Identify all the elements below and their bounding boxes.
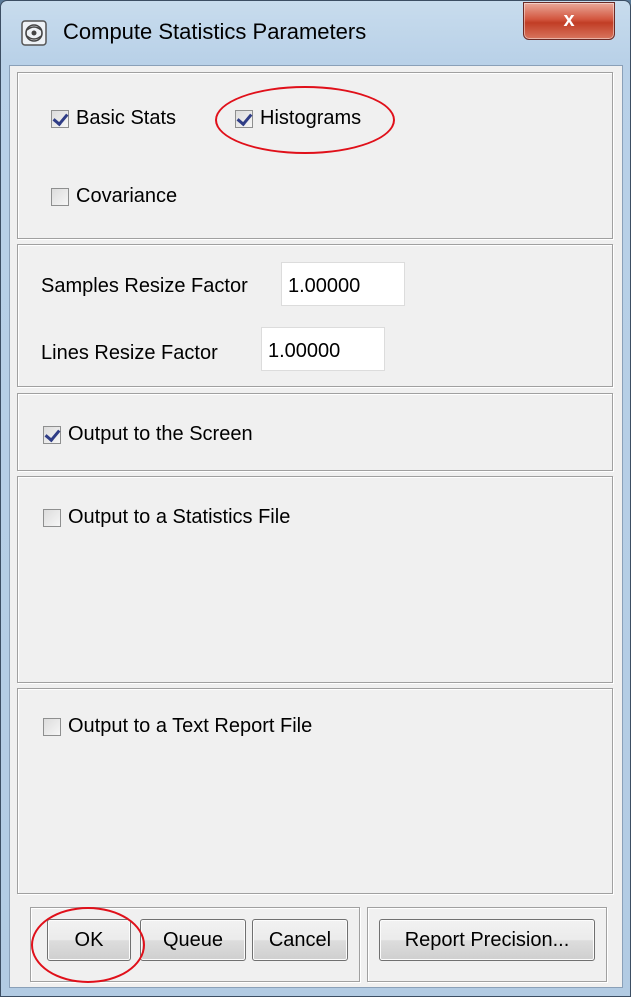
output-screen-check-icon[interactable] (43, 425, 61, 444)
histograms-label: Histograms (260, 107, 362, 129)
covariance-checkbox[interactable]: Covariance (51, 185, 177, 208)
window-title: Compute Statistics Parameters (63, 19, 367, 44)
dialog-window: Compute Statistics Parameters x Basic St… (0, 0, 631, 997)
basic-stats-checkbox[interactable]: Basic Stats (51, 107, 176, 130)
lines-resize-input[interactable] (261, 327, 385, 371)
close-icon: x (563, 9, 575, 31)
output-screen-checkbox[interactable]: Output to the Screen (43, 423, 253, 446)
output-text-report-label: Output to a Text Report File (68, 715, 313, 737)
output-stats-file-label: Output to a Statistics File (68, 506, 291, 528)
report-precision-button[interactable]: Report Precision... (379, 919, 595, 961)
histograms-checkbox[interactable]: Histograms (235, 107, 361, 130)
output-stats-file-check-icon[interactable] (43, 508, 61, 527)
histograms-check-icon[interactable] (235, 109, 253, 128)
lines-resize-label: Lines Resize Factor (41, 342, 218, 364)
cancel-button[interactable]: Cancel (252, 919, 348, 961)
title-bar[interactable]: Compute Statistics Parameters x (1, 1, 630, 65)
close-button[interactable]: x (523, 2, 615, 40)
ok-button[interactable]: OK (47, 919, 131, 961)
queue-button[interactable]: Queue (140, 919, 246, 961)
output-text-report-check-icon[interactable] (43, 717, 61, 736)
covariance-check-icon[interactable] (51, 187, 69, 206)
covariance-label: Covariance (76, 185, 178, 207)
basic-stats-label: Basic Stats (76, 107, 177, 129)
output-text-report-checkbox[interactable]: Output to a Text Report File (43, 715, 312, 738)
output-screen-label: Output to the Screen (68, 423, 253, 445)
samples-resize-input[interactable] (281, 262, 405, 306)
stats-options-panel (17, 72, 613, 239)
basic-stats-check-icon[interactable] (51, 109, 69, 128)
output-stats-file-checkbox[interactable]: Output to a Statistics File (43, 506, 290, 529)
app-icon (21, 20, 47, 46)
samples-resize-label: Samples Resize Factor (41, 275, 248, 297)
